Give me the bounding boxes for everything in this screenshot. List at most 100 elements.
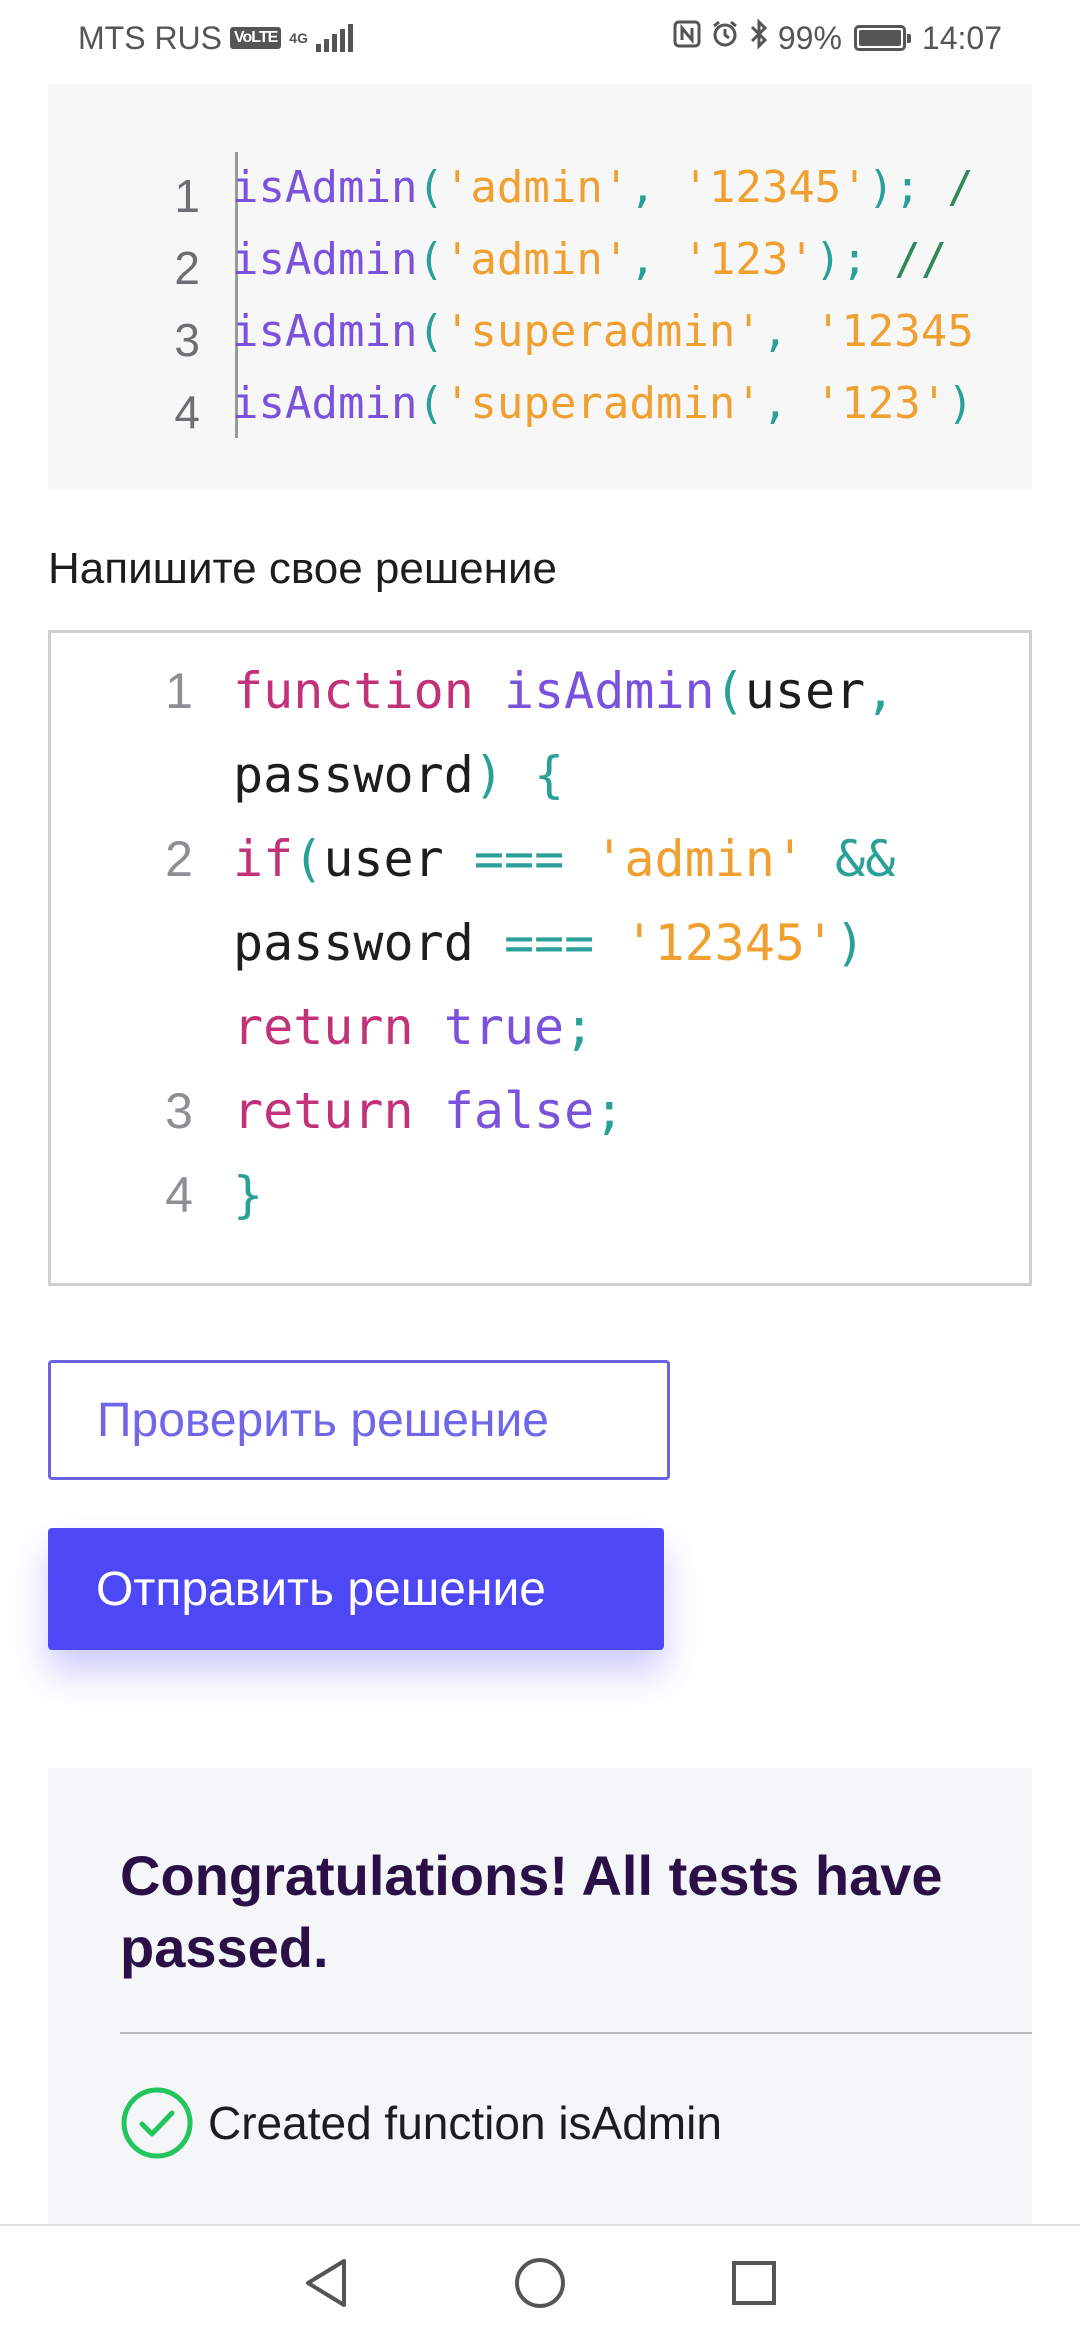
code-token: ,	[629, 234, 683, 285]
nfc-icon	[672, 19, 702, 57]
line-number: 3	[165, 1083, 193, 1139]
example-code-line: 3 isAdmin('superadmin', '12345	[48, 296, 1032, 368]
signal-icon	[315, 24, 353, 52]
code-token: }	[233, 1166, 264, 1224]
code-editor[interactable]: 1 function isAdmin(user, password) {2 if(us…	[48, 630, 1032, 1286]
battery-icon	[853, 25, 911, 51]
code-token: isAdmin	[232, 306, 418, 357]
example-code-block: 1 isAdmin('admin', '12345'); /2 isAdmin('a…	[48, 84, 1032, 490]
code-token: ,	[629, 162, 683, 213]
code-token: return	[233, 1082, 414, 1140]
bluetooth-icon	[748, 18, 770, 58]
code-token: '12345	[814, 306, 974, 357]
code-token: ===	[503, 914, 595, 972]
code-token: (	[417, 306, 444, 357]
alarm-icon	[710, 19, 740, 57]
recents-icon[interactable]	[722, 2251, 786, 2315]
code-token: {	[534, 746, 565, 804]
code-token: '12345'	[624, 914, 836, 972]
code-token: (	[714, 662, 745, 720]
code-token: ;	[564, 998, 595, 1056]
code-token: '123'	[814, 378, 948, 429]
network-type-icon: 4G	[289, 30, 308, 46]
code-text: return false;	[233, 1069, 624, 1153]
code-token: false	[443, 1082, 595, 1140]
code-token: ,	[865, 662, 896, 720]
page: MTS RUS VoLTE 4G 99% 14:07 1 isAdmin('adm…	[0, 0, 1080, 2340]
code-text: isAdmin('admin', '123'); //	[232, 224, 947, 296]
code-token: isAdmin	[232, 234, 418, 285]
code-token: (	[417, 162, 444, 213]
code-token: function	[233, 662, 474, 720]
code-token: return	[233, 998, 414, 1056]
line-number: 4	[165, 1167, 193, 1223]
result-title: Congratulations! All tests have passed.	[120, 1844, 943, 1979]
code-token: isAdmin	[232, 162, 418, 213]
code-token: //	[894, 234, 948, 285]
code-token: );	[814, 234, 895, 285]
code-token: 'superadmin'	[443, 378, 762, 429]
line-number: 1	[165, 663, 193, 719]
code-token: &&	[835, 830, 896, 888]
code-text: isAdmin('superadmin', '12345	[232, 296, 974, 368]
check-solution-button[interactable]: Проверить решение	[48, 1360, 670, 1480]
code-token: ===	[473, 830, 565, 888]
solution-prompt: Напишите свое решение	[48, 544, 557, 593]
home-icon[interactable]	[508, 2251, 572, 2315]
code-text: password === '12345')	[233, 901, 865, 985]
line-number: 4	[174, 386, 200, 438]
code-text: isAdmin('admin', '12345'); /	[232, 152, 974, 224]
code-token: ,	[761, 378, 815, 429]
submit-solution-button[interactable]: Отправить решение	[48, 1528, 664, 1650]
code-token: password	[233, 746, 474, 804]
code-token: (	[417, 234, 444, 285]
back-icon[interactable]	[294, 2251, 358, 2315]
test-item-label: Created function isAdmin	[208, 2097, 722, 2149]
code-token: (	[417, 378, 444, 429]
status-left: MTS RUS VoLTE 4G	[78, 20, 353, 57]
code-token: user	[323, 830, 444, 888]
code-token: /	[947, 162, 974, 213]
code-token: ,	[761, 306, 815, 357]
code-token: 'superadmin'	[443, 306, 762, 357]
code-token: 'admin'	[443, 162, 630, 213]
battery-percent: 99%	[777, 19, 842, 56]
code-text: function isAdmin(user,	[233, 649, 895, 733]
code-text: return true;	[233, 985, 594, 1069]
code-token: (	[293, 830, 324, 888]
result-divider	[120, 2032, 1032, 2034]
test-item: Created function isAdmin	[120, 2086, 722, 2160]
carrier-label: MTS RUS	[78, 19, 222, 56]
code-text: }	[233, 1153, 263, 1237]
code-text: if(user === 'admin' &&	[233, 817, 895, 901]
code-text: isAdmin('superadmin', '123')	[232, 368, 974, 440]
system-nav-bar	[0, 2224, 1080, 2340]
code-token: if	[233, 830, 294, 888]
code-token: password	[233, 914, 474, 972]
example-lines: 1 isAdmin('admin', '12345'); /2 isAdmin('a…	[48, 152, 1032, 440]
code-text: password) {	[233, 733, 564, 817]
code-token: )	[835, 914, 866, 972]
code-token: 'admin'	[443, 234, 630, 285]
code-token: '12345'	[682, 162, 868, 213]
code-token: isAdmin	[232, 378, 418, 429]
code-token: '123'	[682, 234, 815, 285]
line-number: 2	[165, 831, 193, 887]
status-bar: MTS RUS VoLTE 4G 99% 14:07	[0, 0, 1080, 76]
code-token: isAdmin	[503, 662, 715, 720]
volte-icon: VoLTE	[230, 27, 282, 49]
test-result-panel: Congratulations! All tests have passed. …	[48, 1768, 1032, 2228]
code-token: ;	[594, 1082, 625, 1140]
line-number: 1	[174, 170, 200, 222]
code-token: );	[867, 162, 948, 213]
example-code-line: 2 isAdmin('admin', '123'); //	[48, 224, 1032, 296]
code-token: true	[443, 998, 565, 1056]
